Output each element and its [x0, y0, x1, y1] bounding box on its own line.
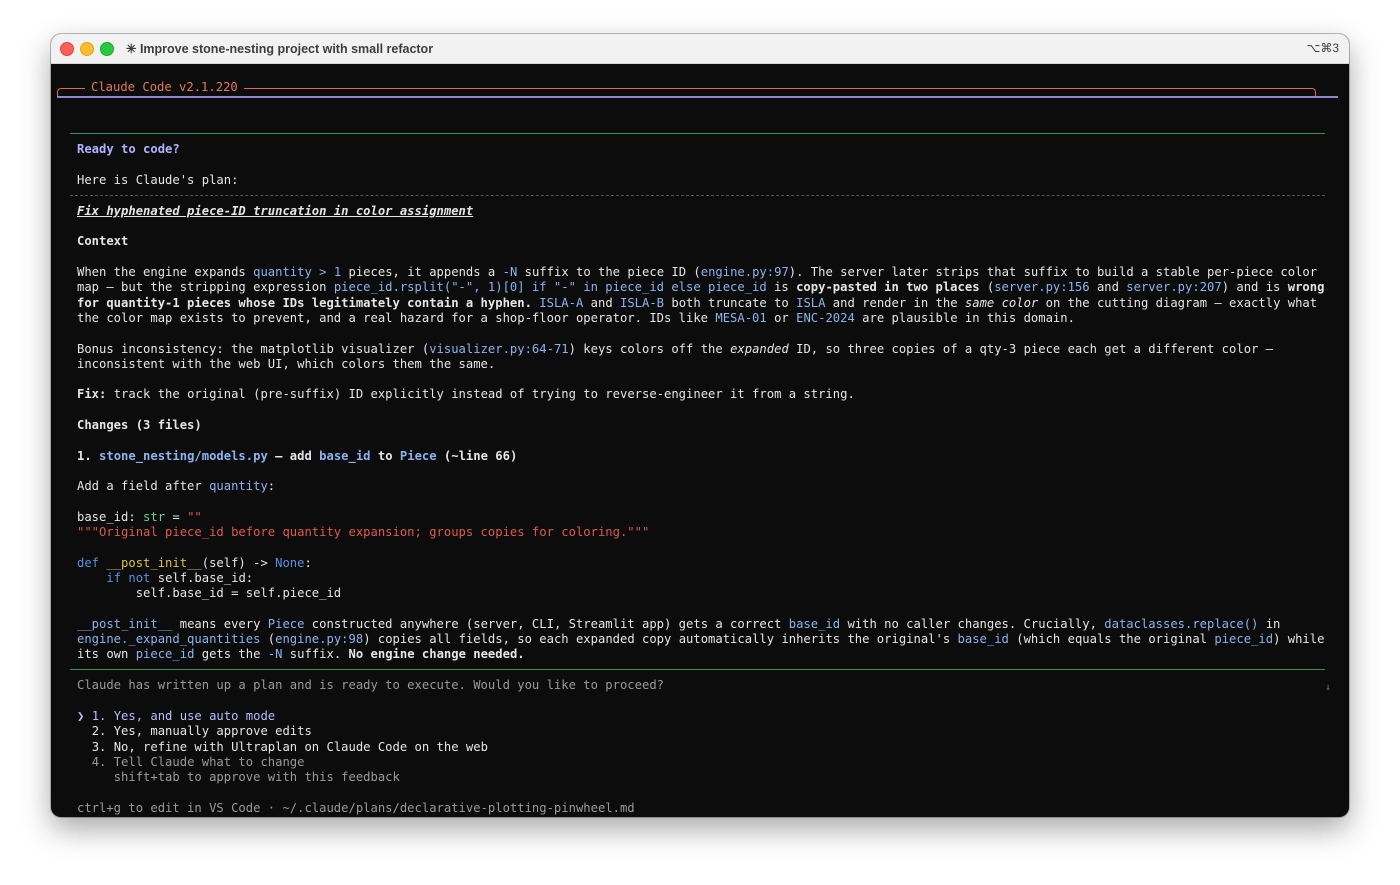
plan-bottom-divider	[70, 669, 1325, 670]
plan-intro: Here is Claude's plan:	[77, 173, 239, 187]
option-4-tell-claude[interactable]: 4. Tell Claude what to change	[77, 755, 305, 770]
fix-line: Fix: track the original (pre-suffix) ID …	[77, 387, 855, 401]
post-line-1: __post_init__ means every Piece construc…	[77, 617, 1281, 631]
app-version-label: Claude Code v2.1.220	[85, 80, 244, 94]
plan-dashed-divider	[70, 195, 1325, 196]
selection-pointer-icon: ❯	[77, 709, 85, 723]
context-line-3: for quantity-1 pieces whose IDs legitima…	[77, 296, 1318, 310]
plan-title: Fix hyphenated piece-ID truncation in co…	[77, 204, 474, 218]
change-1-heading: 1. stone_nesting/models.py — add base_id…	[77, 449, 518, 463]
context-heading: Context	[77, 234, 129, 248]
zoom-window-button[interactable]	[100, 42, 114, 56]
option-2-manual-approve[interactable]: 2. Yes, manually approve edits	[77, 724, 312, 739]
code-line-2: """Original piece_id before quantity exp…	[77, 525, 650, 539]
title-bar: ✳ Improve stone-nesting project with sma…	[51, 34, 1349, 64]
post-line-3: its own piece_id gets the -N suffix. No …	[77, 647, 525, 661]
option-3-refine-ultraplan[interactable]: 3. No, refine with Ultraplan on Claude C…	[77, 740, 488, 755]
context-line-4: the color map exists to prevent, and a r…	[77, 311, 1075, 325]
ready-heading: Ready to code?	[77, 142, 180, 156]
feedback-hint: shift+tab to approve with this feedback	[113, 770, 400, 784]
header-underline	[57, 96, 1338, 98]
plan-top-divider	[70, 133, 1325, 134]
terminal-window: ✳ Improve stone-nesting project with sma…	[51, 34, 1349, 817]
code-line-1: base_id: str = ""	[77, 510, 202, 524]
header-box	[57, 88, 1316, 96]
bonus-line-1: Bonus inconsistency: the matplotlib visu…	[77, 342, 1274, 356]
bonus-line-2: inconsistent with the web UI, which colo…	[77, 357, 496, 371]
terminal-content[interactable]: Claude Code v2.1.220 Ready to code? Here…	[51, 64, 1349, 817]
changes-heading: Changes (3 files)	[77, 418, 202, 432]
window-shortcut: ⌥⌘3	[1306, 41, 1339, 55]
post-line-2: engine._expand_quantities (engine.py:98)…	[77, 632, 1325, 646]
minimize-window-button[interactable]	[80, 42, 94, 56]
add-field-line: Add a field after quantity:	[77, 479, 276, 493]
close-window-button[interactable]	[60, 42, 74, 56]
code-line-6: self.base_id = self.piece_id	[77, 586, 342, 600]
scroll-down-icon: ↓	[1324, 682, 1331, 693]
window-title: ✳ Improve stone-nesting project with sma…	[126, 42, 434, 56]
code-line-4: def __post_init__(self) -> None:	[77, 556, 312, 570]
edit-in-vscode-footer[interactable]: ctrl+g to edit in VS Code · ~/.claude/pl…	[77, 801, 635, 816]
option-1-auto-mode[interactable]: ❯ 1. Yes, and use auto mode	[77, 709, 275, 724]
proceed-question: Claude has written up a plan and is read…	[77, 678, 664, 692]
context-line-1: When the engine expands quantity > 1 pie…	[77, 265, 1318, 279]
code-line-5: if not self.base_id:	[106, 571, 254, 585]
context-line-2: map — but the stripping expression piece…	[77, 280, 1325, 294]
